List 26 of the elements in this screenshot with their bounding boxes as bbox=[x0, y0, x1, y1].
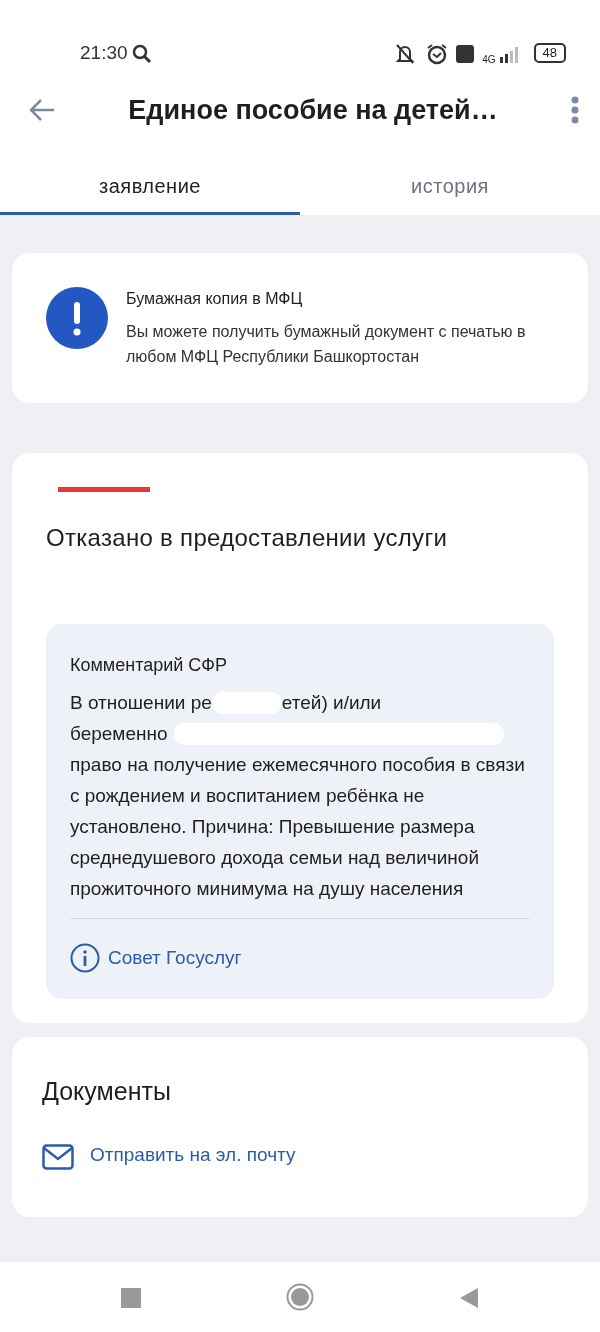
comment-fragment: беременно bbox=[70, 722, 168, 746]
back-button[interactable] bbox=[28, 97, 56, 123]
tab[interactable]: заявление bbox=[0, 140, 300, 215]
alarm-icon bbox=[426, 41, 449, 65]
documents-title: Документы bbox=[42, 1076, 172, 1107]
network-label: 4G bbox=[482, 55, 496, 65]
comment-fragment: В отношении ре bbox=[70, 691, 212, 715]
clock: 21:30 bbox=[80, 40, 128, 65]
comment-text: право на получение ежемесячного пособия в связи с рождением и воспитанием ребёнка не установлено. Причина: Превышение размера среднедушевого дохода семьи над величиной прожиточного минимума на душу населения bbox=[70, 753, 526, 901]
comment-fragment: етей) и/или bbox=[281, 691, 382, 715]
envelope-icon bbox=[42, 1141, 74, 1168]
advice-link[interactable]: Совет Госуслуг bbox=[70, 919, 242, 999]
more-menu-button[interactable] bbox=[570, 96, 580, 124]
back-nav-button[interactable] bbox=[459, 1285, 480, 1309]
info-icon bbox=[70, 943, 100, 973]
screen-title: Единое пособие на детей… bbox=[128, 93, 498, 127]
send-email-link[interactable]: Отправить на эл. почту bbox=[42, 1140, 296, 1169]
recent-apps-button[interactable] bbox=[120, 1285, 141, 1309]
tab[interactable]: история bbox=[300, 140, 600, 215]
notice-title: Бумажная копия в МФЦ bbox=[126, 289, 304, 309]
comment-title: Комментарий СФР bbox=[70, 654, 229, 677]
exclamation-icon bbox=[46, 287, 108, 349]
battery-indicator: 48 bbox=[533, 43, 566, 63]
home-button[interactable] bbox=[286, 1283, 314, 1311]
status-title: Отказано в предоставлении услуги bbox=[46, 523, 449, 553]
notice-text: Вы можете получить бумажный документ с печатью в любом МФЦ Республики Башкортостан bbox=[126, 322, 527, 367]
